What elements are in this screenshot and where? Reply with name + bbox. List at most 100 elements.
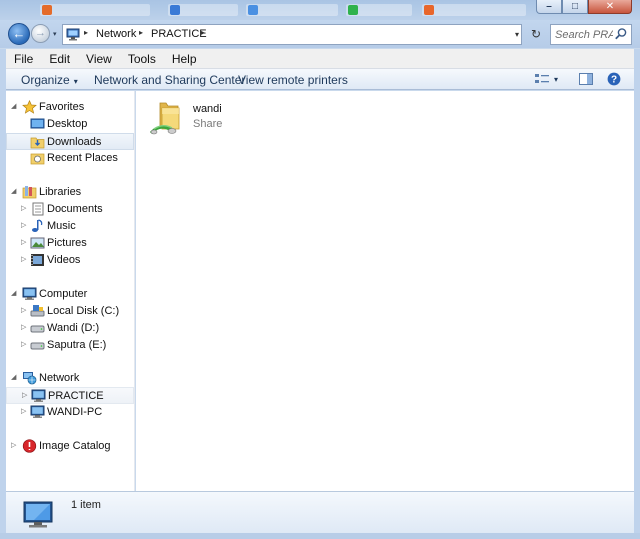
collapsed-arrow-icon[interactable]: ▷ [21,255,26,263]
window-border-right [634,49,640,535]
nav-item-music[interactable]: ▷ Music [6,218,134,235]
nav-label: Saputra (E:) [47,339,107,351]
nav-image-catalog[interactable]: ▷ Image Catalog [6,438,134,455]
nav-item-videos[interactable]: ▷ Videos [6,252,134,269]
change-view-icon[interactable] [534,72,550,86]
navigation-bar: ← → ▾ ▸ Network ▸ PRACTICE ▸ ▾ ↻ [0,20,640,48]
minimize-button[interactable]: – [536,0,562,14]
collapsed-arrow-icon[interactable]: ▷ [21,407,26,415]
page-icon [248,5,258,15]
drive-icon [30,325,45,333]
search-input[interactable] [551,25,613,44]
breadcrumb-separator-icon[interactable]: ▸ [84,28,88,37]
navigation-pane: ◢ Favorites Desktop Downloads Recent Pla… [6,91,135,491]
nav-label: Music [47,220,76,232]
search-icon[interactable] [614,27,628,41]
collapsed-arrow-icon[interactable]: ▷ [21,306,26,314]
maximize-icon: □ [571,1,579,12]
command-bar: Organize ▾ Network and Sharing Center Vie… [6,69,634,90]
expanded-arrow-icon[interactable]: ◢ [11,373,16,381]
nav-label: Downloads [47,136,102,148]
taskbar-tab[interactable] [346,4,412,16]
nav-network[interactable]: ◢ Network [6,370,134,387]
taskbar-tab[interactable] [168,4,238,16]
folder-type: Share [193,118,223,130]
libraries-icon [22,186,37,199]
nav-item-desktop[interactable]: Desktop [6,116,134,133]
maximize-button[interactable]: □ [562,0,588,14]
network-computer-icon [30,405,45,418]
nav-label: PRACTICE [48,390,104,402]
expanded-arrow-icon[interactable]: ◢ [11,102,16,110]
expanded-arrow-icon[interactable]: ◢ [11,187,16,195]
organize-label: Organize [21,73,70,87]
nav-label: Recent Places [47,152,118,164]
nav-item-recent-places[interactable]: Recent Places [6,150,134,167]
taskbar-tab[interactable] [40,4,150,16]
view-remote-printers-button[interactable]: View remote printers [238,73,348,87]
collapsed-arrow-icon[interactable]: ▷ [21,238,26,246]
nav-label: Favorites [39,101,85,113]
taskbar-tab[interactable] [246,4,338,16]
window-controls: – □ ✕ [536,0,632,14]
videos-icon [31,254,44,266]
address-bar[interactable]: ▸ Network ▸ PRACTICE ▸ ▾ [62,24,522,45]
preview-pane-icon[interactable] [578,72,594,86]
collapsed-arrow-icon[interactable]: ▷ [21,204,26,212]
nav-item-saputra-e[interactable]: ▷ Saputra (E:) [6,337,134,354]
view-options-dropdown[interactable]: ▾ [554,75,558,84]
collapsed-arrow-icon[interactable]: ▷ [11,441,16,449]
menu-view[interactable]: View [78,49,120,68]
breadcrumb-network[interactable]: Network [96,28,136,40]
nav-item-pictures[interactable]: ▷ Pictures [6,235,134,252]
taskbar-tab[interactable] [422,4,526,16]
menu-file[interactable]: File [6,49,41,68]
refresh-button[interactable]: ↻ [526,24,546,45]
window-border-bottom [0,533,640,539]
collapsed-arrow-icon[interactable]: ▷ [21,323,26,331]
nav-computer[interactable]: ◢ Computer [6,286,134,303]
page-icon [424,5,434,15]
nav-item-wandi-d[interactable]: ▷ Wandi (D:) [6,320,134,337]
nav-label: Network [39,372,80,384]
back-button[interactable]: ← [8,23,30,45]
close-button[interactable]: ✕ [588,0,632,14]
page-icon [348,5,358,15]
breadcrumb-practice[interactable]: PRACTICE [151,28,207,40]
nav-item-wandi-pc[interactable]: ▷ WANDI-PC [6,404,134,421]
nav-item-documents[interactable]: ▷ Documents [6,201,134,218]
address-history-dropdown[interactable]: ▾ [515,30,519,39]
breadcrumb-separator-icon[interactable]: ▸ [201,28,205,37]
page-icon [170,5,180,15]
organize-button[interactable]: Organize ▾ [21,73,78,87]
nav-libraries[interactable]: ◢ Libraries [6,184,134,201]
collapsed-arrow-icon[interactable]: ▷ [21,221,26,229]
help-icon[interactable]: ? [606,72,622,86]
minimize-icon: – [546,1,552,12]
menu-help[interactable]: Help [164,49,205,68]
desktop-icon [30,118,45,129]
menu-tools[interactable]: Tools [120,49,164,68]
nav-favorites[interactable]: ◢ Favorites [6,99,134,116]
forward-arrow-icon: → [35,27,46,39]
collapsed-arrow-icon[interactable]: ▷ [21,340,26,348]
search-box [550,24,632,45]
network-icon [23,372,37,385]
title-bar: – □ ✕ [0,0,640,20]
breadcrumb-separator-icon[interactable]: ▸ [139,28,143,37]
forward-button[interactable]: → [31,24,50,43]
nav-label: Libraries [39,186,82,198]
menu-edit[interactable]: Edit [41,49,78,68]
shared-folder-item[interactable]: wandi Share [150,99,270,139]
menu-bar: File Edit View Tools Help [6,49,634,69]
collapsed-arrow-icon[interactable]: ▷ [22,391,27,399]
drive-icon [30,342,45,350]
nav-item-practice[interactable]: ▷ PRACTICE [6,387,134,404]
nav-item-local-disk-c[interactable]: ▷ Local Disk (C:) [6,303,134,320]
nav-item-downloads[interactable]: Downloads [6,133,134,150]
nav-label: Documents [47,203,103,215]
network-sharing-center-button[interactable]: Network and Sharing Center [94,73,245,87]
recent-pages-button[interactable]: ▾ [53,30,57,38]
expanded-arrow-icon[interactable]: ◢ [11,289,16,297]
nav-label: Videos [47,254,81,266]
